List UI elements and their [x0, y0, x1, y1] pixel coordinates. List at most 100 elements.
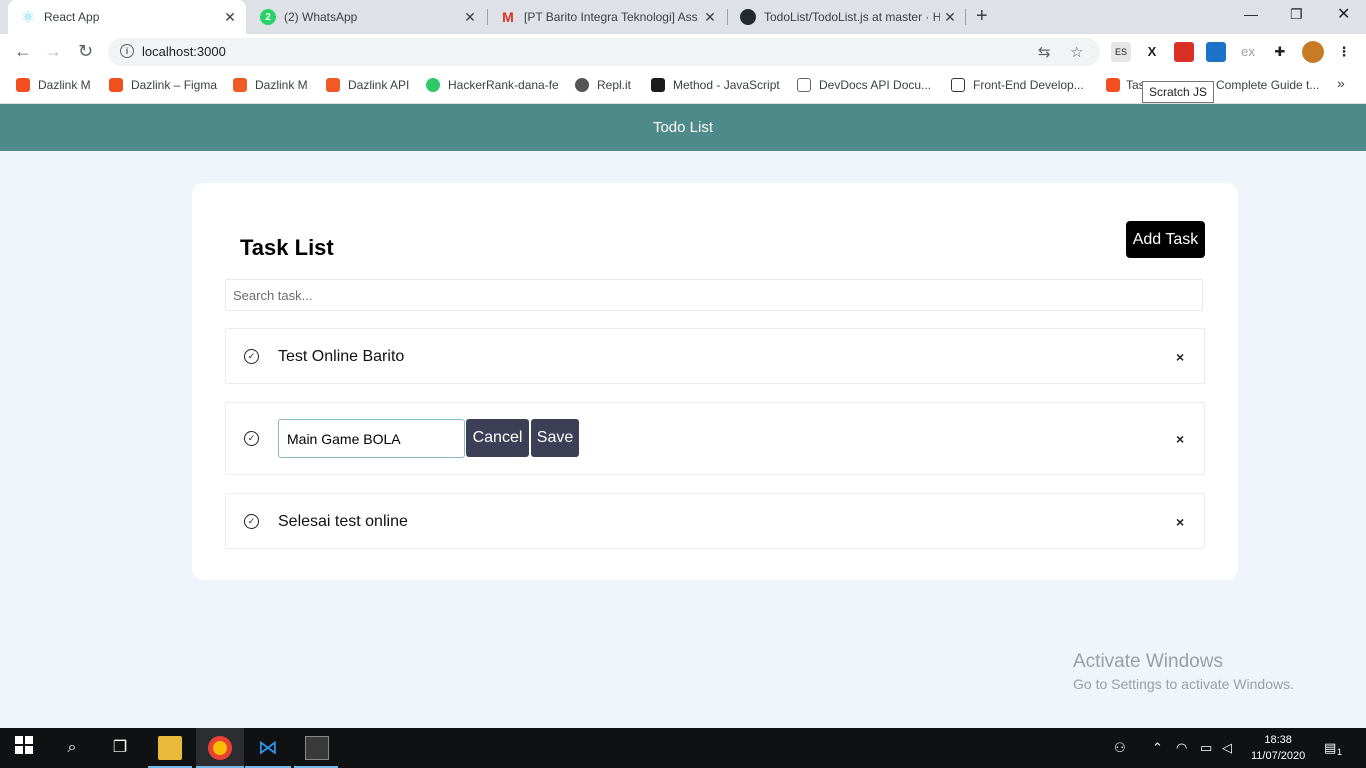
bookmark-item[interactable]: Method - JavaScript	[651, 78, 780, 92]
activation-watermark: Activate Windows Go to Settings to activ…	[1073, 651, 1294, 692]
search-input[interactable]	[225, 279, 1203, 311]
profile-avatar[interactable]	[1302, 41, 1324, 63]
check-circle-icon[interactable]: ✓	[244, 514, 259, 529]
search-icon[interactable]: ⌕	[60, 736, 84, 760]
battery-icon[interactable]: ▭	[1200, 740, 1212, 756]
add-task-button[interactable]: Add Task	[1126, 221, 1205, 258]
card-title: Task List	[240, 235, 334, 260]
delete-icon[interactable]: ×	[1176, 431, 1184, 447]
check-circle-icon[interactable]: ✓	[244, 431, 259, 446]
tab-separator	[965, 9, 966, 25]
forward-icon[interactable]: →	[44, 41, 62, 62]
bookmark-label: Repl.it	[597, 78, 632, 92]
task-view-icon[interactable]: ❐	[108, 736, 132, 760]
close-tab-icon[interactable]: ✕	[940, 9, 960, 26]
edit-task-input[interactable]	[278, 419, 465, 458]
bookmark-item[interactable]: Front-End Develop...	[951, 78, 1084, 92]
figma-icon	[109, 78, 123, 92]
bookmark-item[interactable]: Repl.it	[575, 78, 631, 92]
tab-github[interactable]: TodoList/TodoList.js at master · H ✕	[728, 0, 966, 34]
bookmark-item[interactable]: Complete Guide t...	[1216, 78, 1319, 92]
wifi-icon[interactable]: ◠	[1176, 740, 1187, 756]
bookmark-item[interactable]: Dazlink M	[16, 78, 91, 92]
reload-icon[interactable]: ↻	[78, 41, 93, 62]
address-bar[interactable]: i localhost:3000 ⇆ ☆	[108, 38, 1100, 66]
notification-count: 1	[1337, 747, 1343, 757]
back-icon[interactable]: ←	[14, 41, 32, 62]
bookmark-item[interactable]: Dazlink M	[233, 78, 308, 92]
devdocs-icon	[797, 78, 811, 92]
menu-dots-icon[interactable]: ⋮	[1334, 42, 1354, 62]
bookmarks-overflow-icon[interactable]: »	[1337, 75, 1345, 91]
restore-icon[interactable]: ❐	[1290, 6, 1303, 23]
chrome-icon[interactable]	[208, 736, 232, 760]
file-explorer-icon[interactable]	[158, 736, 182, 760]
bookmark-star-icon[interactable]: ☆	[1070, 43, 1083, 61]
terminal-icon[interactable]	[305, 736, 329, 760]
tab-title: React App	[44, 10, 100, 24]
x-extension-icon[interactable]: X	[1142, 42, 1162, 62]
bookmark-label: Dazlink M	[38, 78, 91, 92]
delete-icon[interactable]: ×	[1176, 514, 1184, 530]
bookmark-label: Complete Guide t...	[1216, 78, 1320, 92]
blue-extension-icon[interactable]	[1206, 42, 1226, 62]
gmail-icon: M	[502, 9, 514, 25]
react-icon: ⚛	[21, 9, 35, 26]
figma-icon	[1106, 78, 1120, 92]
vscode-icon[interactable]: ⋈	[256, 736, 280, 760]
site-info-icon[interactable]: i	[120, 44, 134, 58]
tab-title: TodoList/TodoList.js at master · H	[764, 10, 940, 24]
extensions-puzzle-icon[interactable]: ✚	[1270, 42, 1290, 62]
bookmark-label: DevDocs API Docu...	[819, 78, 932, 92]
bookmark-item[interactable]: Dazlink – Figma	[109, 78, 217, 92]
red-extension-icon[interactable]	[1174, 42, 1194, 62]
ex-extension-icon[interactable]: ex	[1238, 42, 1258, 62]
close-tab-icon[interactable]: ✕	[460, 9, 480, 26]
hackerrank-icon	[426, 78, 440, 92]
tab-react-app[interactable]: ⚛ React App ✕	[8, 0, 246, 34]
app-header: Todo List	[0, 104, 1366, 151]
tab-title: [PT Barito Integra Teknologi] Ass	[524, 10, 698, 24]
bookmark-item[interactable]: DevDocs API Docu...	[797, 78, 931, 92]
task-text[interactable]: Selesai test online	[278, 513, 408, 531]
book-icon	[951, 78, 965, 92]
new-tab-button[interactable]: +	[976, 5, 988, 28]
clock-time: 18:38	[1264, 734, 1292, 746]
url-text[interactable]: localhost:3000	[142, 44, 226, 59]
mdn-icon	[651, 78, 665, 92]
save-button[interactable]: Save	[531, 419, 579, 457]
bookmark-item[interactable]: Dazlink API	[326, 78, 409, 92]
window-close-icon[interactable]: ✕	[1337, 4, 1350, 24]
bookmark-item[interactable]: Tas	[1106, 78, 1145, 92]
task-item[interactable]: ✓ Test Online Barito ×	[225, 328, 1205, 384]
check-circle-icon[interactable]: ✓	[244, 349, 259, 364]
es-extension-icon[interactable]: ES	[1111, 42, 1131, 62]
task-item[interactable]: ✓ Selesai test online ×	[225, 493, 1205, 549]
bookmark-item[interactable]: HackerRank-dana-fe	[426, 78, 559, 92]
task-text[interactable]: Test Online Barito	[278, 348, 404, 366]
minimize-icon[interactable]: —	[1244, 6, 1258, 22]
clock-date: 11/07/2020	[1251, 750, 1306, 762]
notifications-icon[interactable]: ▤	[1324, 740, 1336, 756]
bookmark-label: Method - JavaScript	[673, 78, 780, 92]
tab-whatsapp[interactable]: 2 (2) WhatsApp ✕	[248, 0, 486, 34]
delete-icon[interactable]: ×	[1176, 349, 1184, 365]
cancel-button[interactable]: Cancel	[466, 419, 529, 457]
tab-gmail[interactable]: M [PT Barito Integra Teknologi] Ass ✕	[488, 0, 726, 34]
chevron-up-icon[interactable]: ⌃	[1152, 740, 1163, 756]
taskbar-clock[interactable]: 18:38 11/07/2020	[1251, 732, 1305, 764]
close-tab-icon[interactable]: ✕	[220, 9, 240, 26]
replit-icon	[575, 78, 589, 92]
task-card: Task List Add Task ✓ Test Online Barito …	[192, 183, 1238, 580]
windows-start-icon[interactable]	[12, 736, 36, 760]
close-tab-icon[interactable]: ✕	[700, 9, 720, 26]
browser-tab-strip: ⚛ React App ✕ 2 (2) WhatsApp ✕ M [PT Bar…	[0, 0, 1366, 34]
watermark-subtitle: Go to Settings to activate Windows.	[1073, 676, 1294, 692]
watermark-title: Activate Windows	[1073, 651, 1223, 672]
api-icon	[233, 78, 247, 92]
volume-icon[interactable]: ◁	[1222, 740, 1232, 756]
api-icon	[326, 78, 340, 92]
github-icon	[740, 9, 756, 25]
people-icon[interactable]: ⚇	[1114, 740, 1126, 756]
translate-icon[interactable]: ⇆	[1038, 43, 1051, 61]
